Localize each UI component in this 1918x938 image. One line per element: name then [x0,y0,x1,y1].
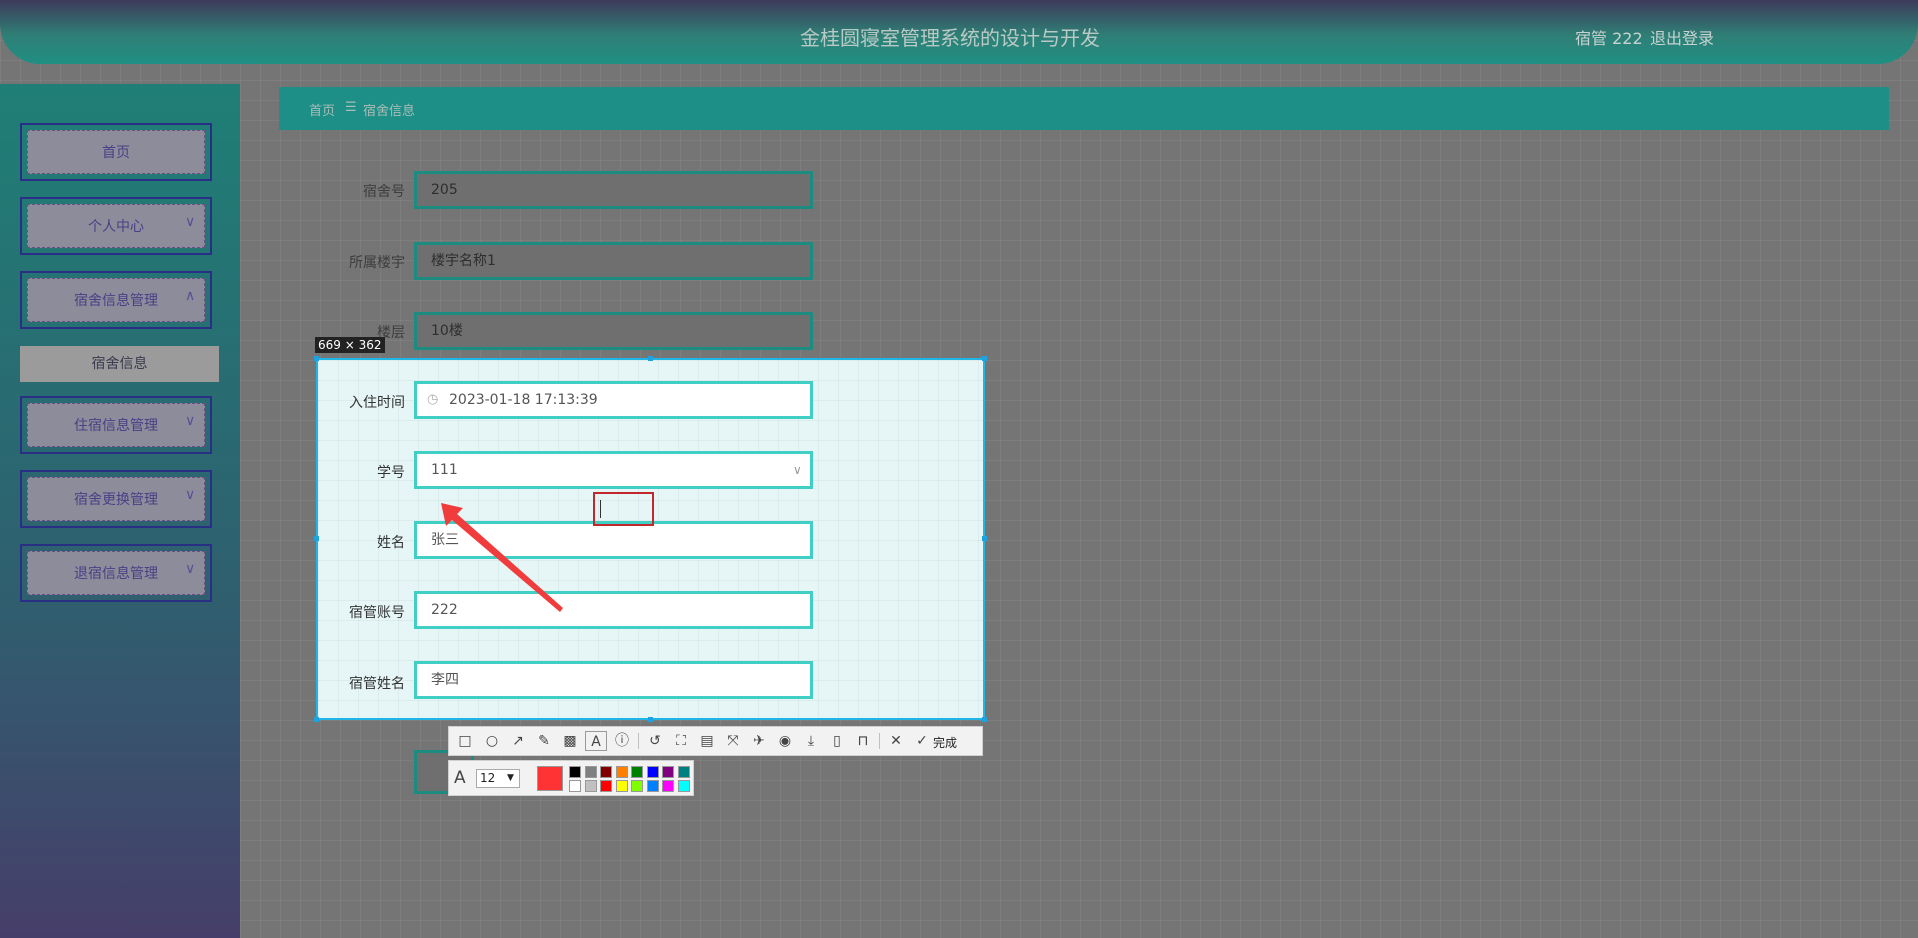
form-label: 宿舍号 [363,184,405,200]
number-icon[interactable]: ⓘ [611,731,633,751]
record-icon[interactable]: ◉ [774,731,796,751]
resize-handle[interactable] [648,717,653,722]
color-swatch[interactable] [662,780,674,792]
save-icon[interactable]: ⤓ [800,731,822,751]
selection-size-label: 669 × 362 [315,337,385,353]
color-swatch[interactable] [584,780,597,792]
student-id-select[interactable]: 111 ∨ [414,451,813,489]
current-user: 宿管 222 [1575,29,1643,48]
arrow-icon[interactable]: ↗ [507,731,529,751]
text-annotation-box[interactable] [593,492,654,526]
logout-link[interactable]: 退出登录 [1650,25,1714,49]
clock-icon: ◷ [427,392,439,407]
color-swatch[interactable] [631,780,643,792]
checkin-time-field[interactable]: ◷ 2023-01-18 17:13:39 [414,381,813,419]
sidebar-item-profile[interactable]: 个人中心 ∨ [20,197,212,255]
submenu-item-dorm-info[interactable]: 宿舍信息 [20,346,219,382]
breadcrumb: 首页 ☰ 宿舍信息 [279,87,1889,130]
form-label: 宿管姓名 [349,676,405,692]
checkin-time-value: 2023-01-18 17:13:39 [449,392,598,408]
name-field[interactable]: 张三 [414,521,813,559]
text-cursor [600,500,601,518]
building-field[interactable]: 楼宇名称1 [414,242,813,280]
text-style-toolbar: A 12 ▼ [448,760,694,796]
sidebar-item-lodging-management[interactable]: 住宿信息管理 ∨ [20,396,212,454]
bookmark-icon[interactable]: ⊓ [852,731,874,751]
color-swatch[interactable] [646,766,659,778]
toolbar-divider [638,733,639,749]
breadcrumb-current: 宿舍信息 [363,104,416,119]
sidebar-item-label: 退宿信息管理 [74,566,158,582]
ocr-icon[interactable]: ⛶ [670,731,692,751]
color-swatch[interactable] [584,766,597,778]
manager-name-field[interactable]: 李四 [414,661,813,699]
ellipse-icon[interactable]: ○ [481,731,503,751]
chevron-down-icon: ∨ [185,413,196,429]
color-swatch[interactable] [631,766,643,778]
form-label: 姓名 [377,535,405,551]
sidebar-item-dorm-change[interactable]: 宿舍更换管理 ∨ [20,470,212,528]
color-swatch[interactable] [615,780,628,792]
color-swatch[interactable] [677,780,690,792]
phone-icon[interactable]: ▯ [826,731,848,751]
pencil-icon[interactable]: ✎ [533,731,555,751]
screenshot-toolbar: □ ○ ↗ ✎ ▩ A ⓘ ↺ ⛶ ▤ ⤧ ✈ ◉ ⤓ ▯ ⊓ ✕ ✓ 完成 [448,726,983,756]
chevron-down-icon: ∨ [793,463,802,477]
color-swatch[interactable] [569,780,581,792]
sidebar-item-label: 宿舍更换管理 [74,492,158,508]
mosaic-icon[interactable]: ▩ [559,731,581,751]
text-icon[interactable]: A [585,731,607,751]
color-swatch[interactable] [600,766,612,778]
translate-icon[interactable]: ▤ [696,731,718,751]
active-color-swatch[interactable] [537,766,563,791]
resize-handle[interactable] [648,356,653,361]
form-label: 所属楼宇 [349,255,405,271]
manager-account-field[interactable]: 222 [414,591,813,629]
sidebar-item-label: 宿舍信息管理 [74,293,158,309]
sidebar-item-label: 个人中心 [88,219,144,235]
rect-icon[interactable]: □ [454,731,476,751]
sidebar-item-label: 住宿信息管理 [74,418,158,434]
color-swatch[interactable] [646,780,659,792]
font-size-select[interactable]: 12 ▼ [476,769,520,788]
top-header: 金桂圆寝室管理系统的设计与开发 宿管 222 退出登录 [0,0,1918,64]
font-icon: A [454,768,466,788]
color-swatch[interactable] [662,766,674,778]
form-label: 学号 [377,465,405,481]
sidebar-item-checkout[interactable]: 退宿信息管理 ∨ [20,544,212,602]
student-id-value: 111 [431,462,458,478]
breadcrumb-home[interactable]: 首页 [309,100,335,119]
scroll-capture-icon[interactable]: ⤧ [722,731,744,751]
done-button[interactable]: 完成 [933,734,957,751]
sidebar-item-label: 首页 [102,145,130,161]
color-swatch[interactable] [600,780,612,792]
dorm-number-field[interactable]: 205 [414,171,813,209]
color-swatch[interactable] [569,766,581,778]
resize-handle[interactable] [982,356,987,361]
resize-handle[interactable] [982,717,987,722]
color-swatch[interactable] [677,766,690,778]
resize-handle[interactable] [314,356,319,361]
chevron-down-icon: ∨ [185,214,196,230]
sidebar-item-dorm-management[interactable]: 宿舍信息管理 ∧ [20,271,212,329]
sidebar-item-home[interactable]: 首页 [20,123,212,181]
done-icon[interactable]: ✓ [911,731,933,751]
undo-icon[interactable]: ↺ [644,731,666,751]
pin-icon[interactable]: ✈ [748,731,770,751]
cancel-icon[interactable]: ✕ [885,731,907,751]
font-size-value: 12 [480,771,496,785]
chevron-down-icon: ∨ [185,487,196,503]
chevron-down-icon: ∨ [185,561,196,577]
form-label: 入住时间 [349,395,405,411]
toolbar-divider [879,733,880,749]
chevron-up-icon: ∧ [185,288,196,304]
resize-handle[interactable] [982,536,987,541]
caret-down-icon: ▼ [507,773,514,783]
menu-icon: ☰ [345,100,357,115]
resize-handle[interactable] [314,717,319,722]
color-swatch[interactable] [615,766,628,778]
floor-field[interactable]: 10楼 [414,312,813,350]
form-label: 宿管账号 [349,605,405,621]
